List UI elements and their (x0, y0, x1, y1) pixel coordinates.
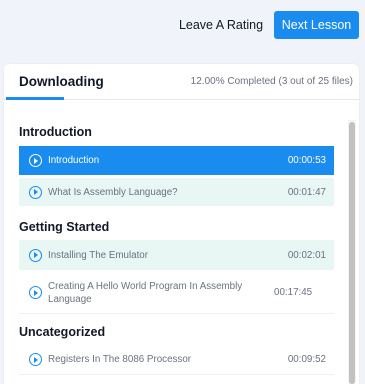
lesson-item[interactable]: Introduction 00:00:53 (19, 146, 334, 175)
lesson-title: Installing The Emulator (48, 249, 149, 261)
next-lesson-button[interactable]: Next Lesson (274, 11, 359, 39)
play-circle-icon (29, 248, 42, 262)
panel-header: Downloading 12.00% Completed (3 out of 2… (4, 64, 359, 100)
tab-downloading[interactable]: Downloading (19, 74, 104, 89)
scrollbar[interactable] (348, 120, 356, 384)
lesson-title: Creating A Hello World Program In Assemb… (48, 280, 243, 305)
section-title: Uncategorized (19, 325, 106, 339)
lesson-duration: 00:17:45 (274, 287, 313, 298)
lesson-item[interactable]: What Is Assembly Language? 00:01:47 (19, 178, 334, 206)
lesson-duration: 00:02:01 (287, 249, 326, 261)
scrollbar-thumb[interactable] (349, 122, 355, 384)
lesson-title: Registers In The 8086 Processor (48, 354, 192, 365)
lesson-list: Introduction Introduction 00:00:53 What … (4, 112, 359, 384)
lesson-duration: 00:00:53 (287, 155, 326, 166)
lesson-duration: 00:01:47 (287, 186, 326, 198)
play-circle-icon (29, 286, 42, 299)
lesson-title: Introduction (48, 155, 100, 166)
lesson-item[interactable]: Installing The Emulator 00:02:01 (19, 240, 334, 270)
progress-status: 12.00% Completed (3 out of 25 files) (190, 76, 353, 87)
section-title: Introduction (19, 125, 92, 139)
section-title: Getting Started (19, 220, 110, 234)
lesson-item[interactable]: Creating A Hello World Program In Assemb… (19, 272, 334, 314)
lesson-item[interactable]: Registers In The 8086 Processor 00:09:52 (19, 345, 334, 375)
play-circle-icon (29, 185, 42, 199)
course-content-panel: Downloading 12.00% Completed (3 out of 2… (4, 64, 359, 384)
lesson-duration: 00:09:52 (287, 354, 326, 365)
active-tab-indicator (6, 97, 64, 100)
lesson-title: What Is Assembly Language? (48, 186, 178, 198)
top-bar: Leave A Rating Next Lesson (0, 0, 365, 50)
play-circle-icon (29, 154, 42, 167)
play-circle-icon (29, 353, 42, 366)
leave-rating-button[interactable]: Leave A Rating (176, 12, 266, 38)
